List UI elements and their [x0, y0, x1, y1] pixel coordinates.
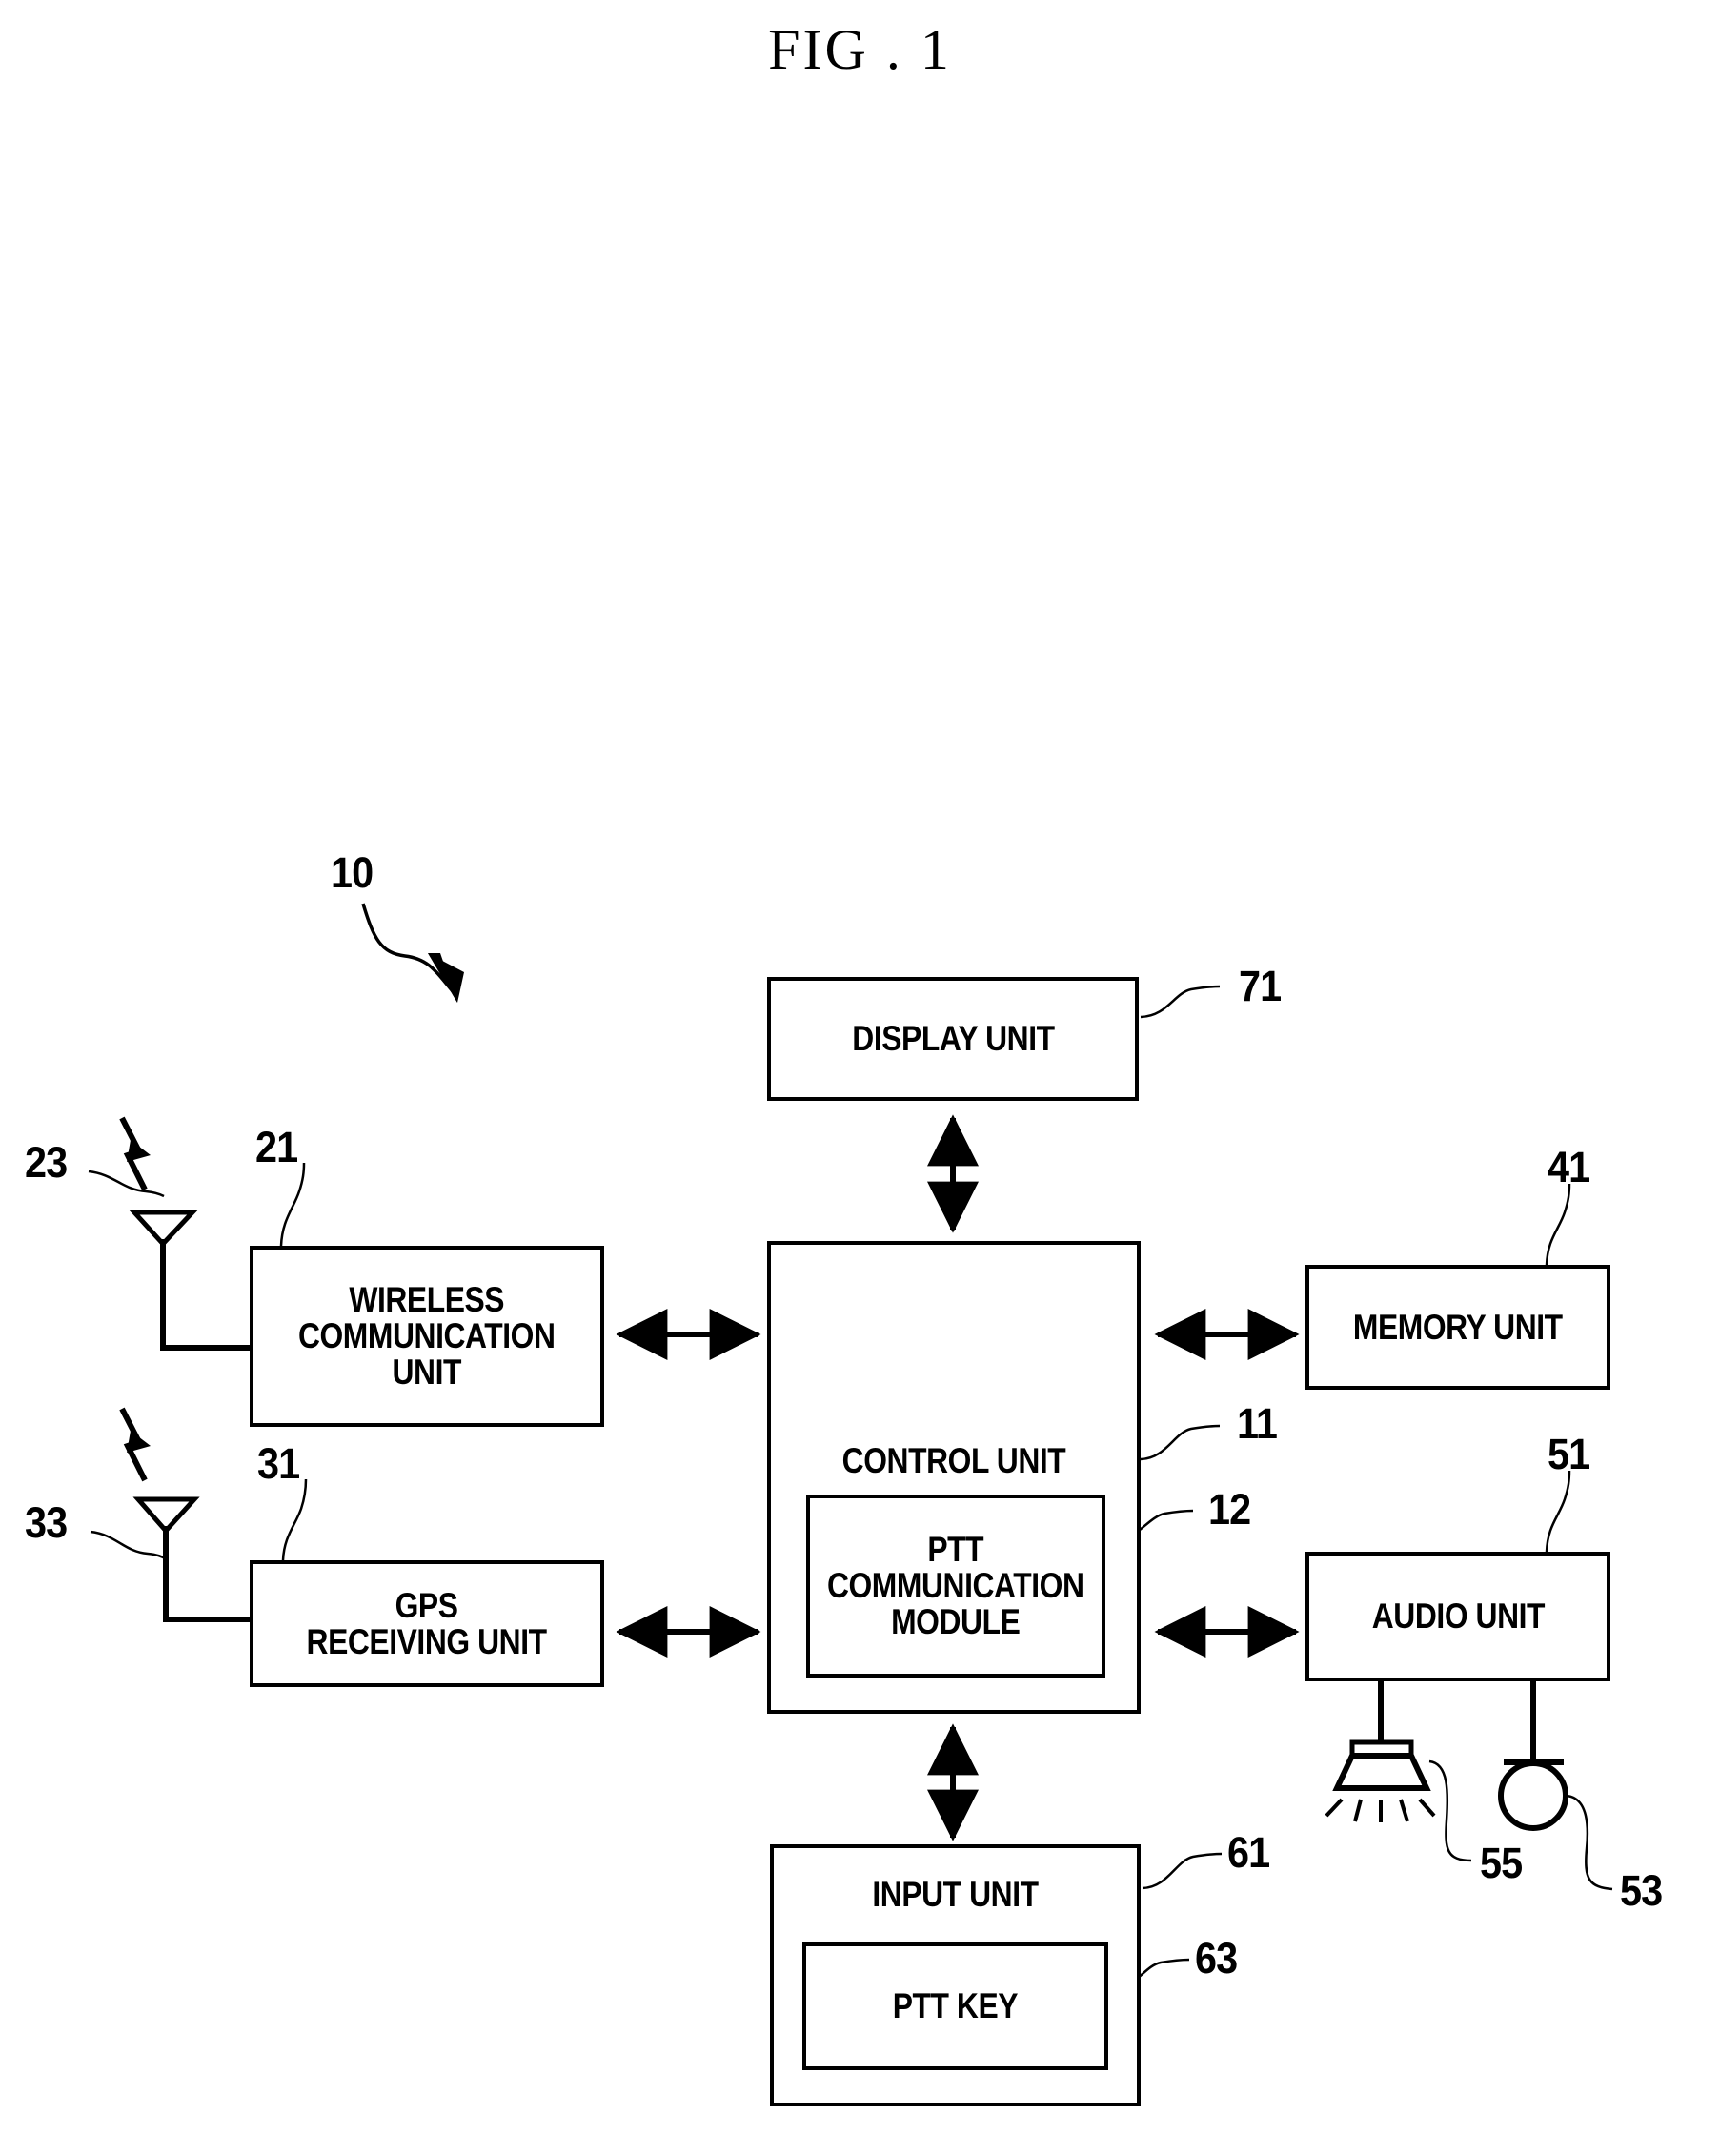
block-wireless-communication-unit[interactable]: WIRELESS COMMUNICATION UNIT — [250, 1246, 609, 1432]
block-label-memory-unit: MEMORY UNIT — [1353, 1307, 1563, 1347]
block-label-ptt-key: PTT KEY — [892, 1986, 1019, 2026]
reference-numeral-microphone: 53 — [1620, 1866, 1663, 1915]
leader-line-memory-unit — [1545, 1183, 1571, 1266]
leader-line-audio-unit — [1545, 1470, 1571, 1553]
reference-numeral-audio-unit: 51 — [1548, 1430, 1590, 1478]
system-pointer-arrow — [361, 903, 464, 1003]
leader-line-control-unit — [1140, 1424, 1221, 1461]
antenna-icon-gps — [90, 1407, 255, 1622]
leader-line-input-unit — [1142, 1852, 1223, 1890]
reference-numeral-memory-unit: 41 — [1548, 1143, 1590, 1191]
block-memory-unit[interactable]: MEMORY UNIT — [1305, 1265, 1615, 1394]
block-gps-receiving-unit[interactable]: GPS RECEIVING UNIT — [250, 1560, 609, 1692]
leader-line-wireless-unit — [279, 1162, 306, 1247]
reference-numeral-speaker: 55 — [1480, 1839, 1523, 1887]
block-display-unit[interactable]: DISPLAY UNIT — [767, 977, 1143, 1106]
block-ptt-communication-module[interactable]: PTT COMMUNICATION MODULE — [806, 1495, 1110, 1682]
reference-numeral-gps-receiving-unit: 31 — [257, 1439, 300, 1488]
patent-figure-page: FIG . 1 DISPLAY UNIT WIRELESS COMMUNICAT… — [0, 0, 1720, 2156]
block-audio-unit[interactable]: AUDIO UNIT — [1305, 1552, 1615, 1686]
reference-numeral-wireless-antenna: 23 — [25, 1138, 68, 1187]
reference-numeral-ptt-key: 63 — [1195, 1934, 1238, 1983]
block-label-input-unit: INPUT UNIT — [872, 1875, 1039, 1914]
reference-numeral-input-unit: 61 — [1227, 1828, 1270, 1877]
block-label-wireless-communication-unit: WIRELESS COMMUNICATION UNIT — [298, 1280, 556, 1392]
block-ptt-key[interactable]: PTT KEY — [802, 1942, 1113, 2075]
reference-numeral-ptt-communication-module: 12 — [1208, 1485, 1251, 1534]
reference-numeral-system: 10 — [331, 848, 374, 897]
leader-line-gps-unit — [281, 1478, 308, 1561]
block-label-gps-receiving-unit: GPS RECEIVING UNIT — [306, 1585, 548, 1661]
antenna-icon-wireless — [88, 1116, 255, 1351]
reference-numeral-control-unit: 11 — [1237, 1399, 1278, 1448]
reference-numeral-wireless-comm-unit: 21 — [255, 1123, 298, 1171]
speaker-icon — [1325, 1681, 1472, 1862]
block-label-ptt-communication-module: PTT COMMUNICATION MODULE — [827, 1530, 1084, 1641]
block-label-control-unit: CONTROL UNIT — [841, 1441, 1066, 1480]
reference-numeral-gps-antenna: 33 — [25, 1498, 68, 1547]
reference-numeral-display-unit: 71 — [1239, 962, 1282, 1010]
block-label-display-unit: DISPLAY UNIT — [851, 1019, 1055, 1059]
leader-line-display-unit — [1140, 985, 1221, 1019]
block-label-audio-unit: AUDIO UNIT — [1371, 1597, 1545, 1637]
figure-title: FIG . 1 — [768, 18, 952, 81]
